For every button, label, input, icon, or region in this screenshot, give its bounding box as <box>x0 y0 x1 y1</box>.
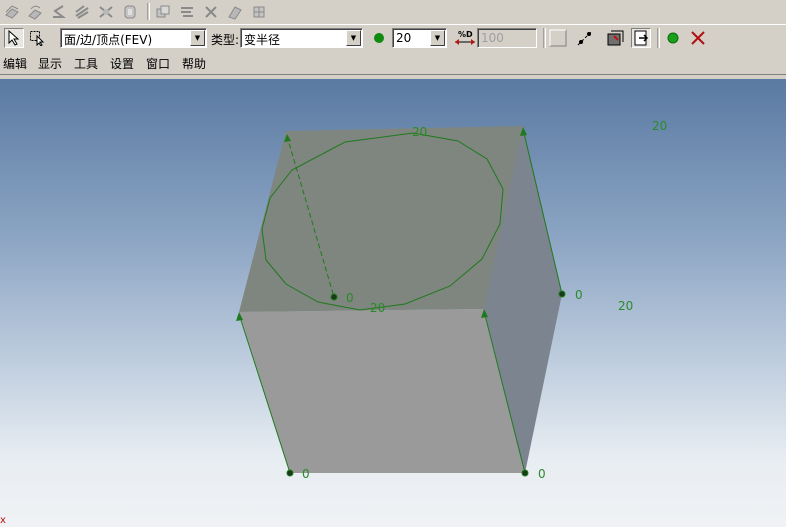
radius-input[interactable]: 20 ▼ <box>392 28 447 48</box>
arrow-cursor-icon <box>8 30 20 46</box>
preview-solid-icon <box>607 30 624 46</box>
toolbar-separator <box>657 28 660 48</box>
vertex-point[interactable] <box>330 293 338 301</box>
menu-window[interactable]: 窗口 <box>145 55 171 72</box>
vertex-label-bottom-right[interactable]: 0 <box>538 467 546 481</box>
toolbar-separator <box>543 28 546 48</box>
chevron-down-icon[interactable]: ▼ <box>346 30 361 46</box>
chevron-down-icon[interactable]: ▼ <box>430 30 445 46</box>
type-selector[interactable]: 变半径 ▼ <box>240 28 363 48</box>
pattern-icon[interactable] <box>177 2 197 21</box>
menu-settings[interactable]: 设置 <box>109 55 135 72</box>
filter-value: 面/边/顶点(FEV) <box>64 33 153 47</box>
vertex-label-right[interactable]: 0 <box>575 288 583 302</box>
loft-icon[interactable] <box>72 2 92 21</box>
boolean-icon[interactable] <box>153 2 173 21</box>
menu-display[interactable]: 显示 <box>37 55 63 72</box>
feature-toolbar <box>0 0 786 25</box>
vertex-point[interactable] <box>286 469 294 477</box>
trim-icon[interactable] <box>201 2 221 21</box>
preview-button[interactable] <box>605 28 625 48</box>
axis-marker: x <box>0 515 6 526</box>
cancel-button[interactable] <box>688 28 708 48</box>
mirror-icon[interactable] <box>225 2 245 21</box>
box-select-button[interactable] <box>27 28 47 48</box>
dimension-top-right[interactable]: 20 <box>652 119 667 133</box>
green-check-dot-icon <box>667 32 679 44</box>
box-select-icon <box>30 31 45 46</box>
dimension-front[interactable]: 20 <box>370 301 385 315</box>
revolve-icon[interactable] <box>25 2 45 21</box>
percent-input[interactable]: 100 <box>477 28 537 48</box>
transform-icon[interactable] <box>249 2 269 21</box>
blend-options-toolbar: 面/边/顶点(FEV) ▼ 类型: 变半径 ▼ 20 ▼ %D 100 <box>0 24 786 53</box>
edge-chain-icon <box>577 30 593 46</box>
vertex-label-bottom-left[interactable]: 0 <box>302 467 310 481</box>
menu-help[interactable]: 帮助 <box>181 55 207 72</box>
menu-bar: 编辑 显示 工具 设置 窗口 帮助 <box>0 52 786 75</box>
blend-icon[interactable] <box>96 2 116 21</box>
percent-distance-button[interactable]: %D <box>452 28 476 48</box>
percent-value: 100 <box>481 31 504 45</box>
menu-tools[interactable]: 工具 <box>73 55 99 72</box>
dimension-right[interactable]: 20 <box>618 299 633 313</box>
toolbar-separator <box>147 3 150 20</box>
accept-button[interactable] <box>663 28 683 48</box>
graphics-viewport[interactable]: 20 20 20 20 0 0 0 0 x <box>0 79 786 527</box>
vertex-point[interactable] <box>558 290 566 298</box>
model-canvas[interactable]: 20 20 20 20 0 0 0 0 x <box>0 79 786 527</box>
apply-arrow-icon <box>634 30 649 46</box>
filter-selector[interactable]: 面/边/顶点(FEV) ▼ <box>60 28 207 48</box>
radius-value: 20 <box>396 31 412 45</box>
radius-indicator <box>369 28 389 48</box>
sweep-icon[interactable] <box>48 2 68 21</box>
type-value: 变半径 <box>244 33 281 47</box>
close-icon <box>691 31 705 45</box>
vertex-point[interactable] <box>521 469 529 477</box>
type-label: 类型: <box>211 33 240 47</box>
vertex-label-center[interactable]: 0 <box>346 291 354 305</box>
shell-icon[interactable] <box>120 2 140 21</box>
percent-label: %D <box>458 30 473 39</box>
select-pointer-button[interactable] <box>4 28 24 48</box>
empty-slot-button[interactable] <box>548 28 568 48</box>
dimension-top[interactable]: 20 <box>412 125 427 139</box>
menu-edit[interactable]: 编辑 <box>2 55 28 72</box>
green-dot-icon <box>374 33 384 43</box>
chevron-down-icon[interactable]: ▼ <box>190 30 205 46</box>
apply-button[interactable] <box>631 28 651 48</box>
extrude-icon[interactable] <box>2 2 22 21</box>
show-edges-button[interactable] <box>575 28 595 48</box>
